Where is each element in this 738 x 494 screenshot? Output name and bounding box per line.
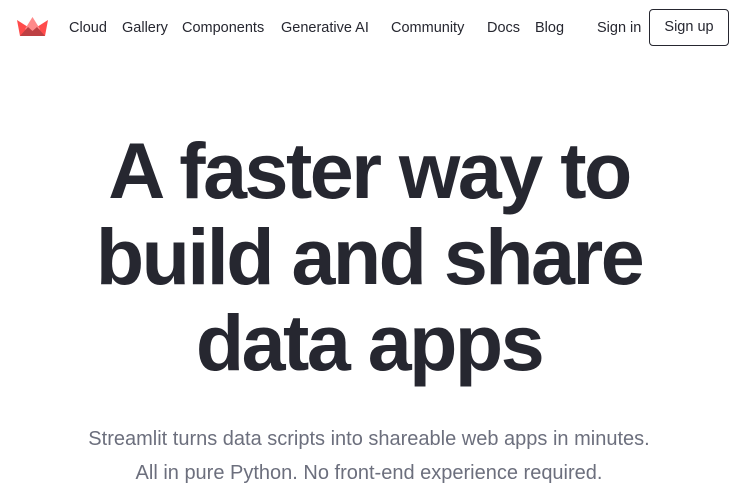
streamlit-logo-icon[interactable] [17,17,48,36]
top-navigation: Cloud Gallery Components Generative AI C… [0,0,738,56]
nav-link-cloud[interactable]: Cloud [69,19,107,37]
nav-link-docs[interactable]: Docs [487,19,520,37]
sign-in-link[interactable]: Sign in [597,19,641,37]
hero-headline: A faster way to build and share data app… [0,128,738,386]
nav-link-components[interactable]: Components [182,19,264,37]
nav-link-community[interactable]: Community [391,19,464,37]
hero-headline-line: data apps [195,298,545,387]
hero-subheadline-line: All in pure Python. No front-end experie… [135,462,603,484]
nav-link-blog[interactable]: Blog [535,19,564,37]
hero-headline-line: A faster way to [108,126,632,215]
hero-subheadline-line: Streamlit turns data scripts into sharea… [88,428,650,450]
hero-subheadline: Streamlit turns data scripts into sharea… [0,422,738,490]
nav-link-gallery[interactable]: Gallery [122,19,168,37]
hero-headline-line: build and share [95,212,645,301]
sign-up-button[interactable]: Sign up [649,9,729,46]
nav-link-generative-ai[interactable]: Generative AI [281,19,369,37]
